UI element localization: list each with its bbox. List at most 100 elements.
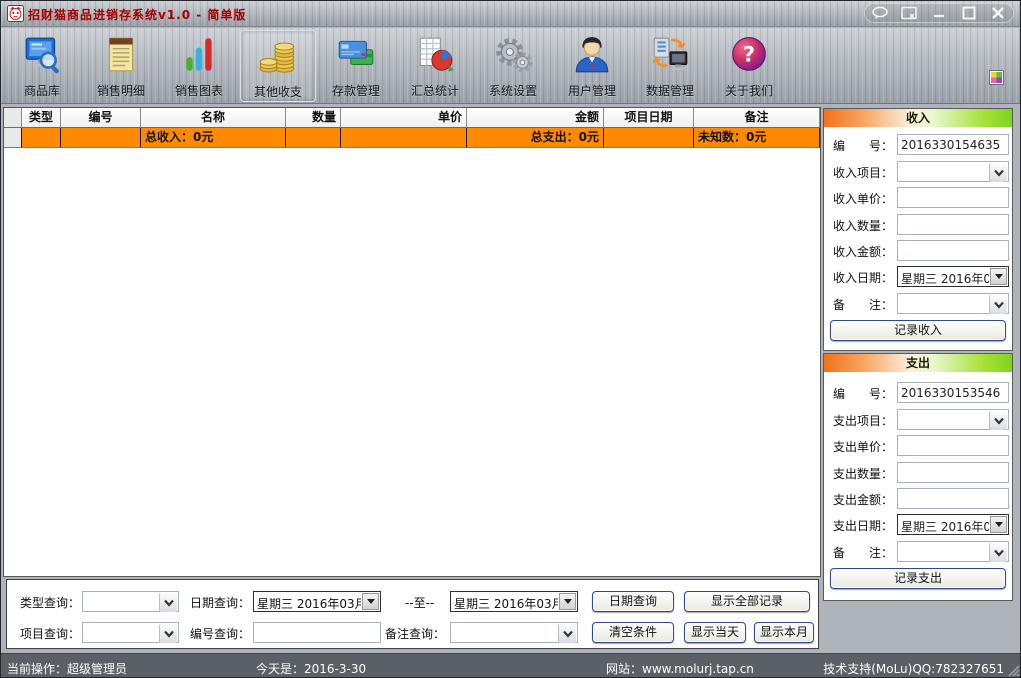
status-operator: 当前操作：超级管理员 <box>7 660 127 677</box>
column-header-amount[interactable]: 金额 <box>467 108 604 128</box>
toolbar-sales-chart-button[interactable]: 销售图表 <box>161 30 237 102</box>
toolbar-users-button[interactable]: 用户管理 <box>554 30 630 102</box>
dropdown-arrow-icon[interactable] <box>990 516 1007 533</box>
income-price-label: 收入单价： <box>833 190 893 207</box>
record-expense-button[interactable]: 记录支出 <box>830 568 1006 589</box>
number-query-input[interactable] <box>253 622 381 643</box>
income-note-combobox[interactable] <box>897 293 1009 314</box>
income-qty-input[interactable] <box>897 214 1009 235</box>
note-query-combobox[interactable] <box>450 622 578 643</box>
record-income-button[interactable]: 记录收入 <box>830 320 1006 341</box>
expense-date-picker[interactable]: 星期三 2016年03 <box>897 514 1009 535</box>
date-from-picker[interactable]: 星期三 2016年03月3 <box>253 591 381 612</box>
income-price-row: 收入单价： <box>824 187 1012 207</box>
summary-total-income: 总收入：0元 <box>141 128 286 148</box>
palette-icon[interactable] <box>989 70 1004 85</box>
clear-conditions-button[interactable]: 清空条件 <box>592 622 674 643</box>
income-date-row: 收入日期： 星期三 2016年03 <box>824 266 1012 286</box>
income-item-row: 收入项目： <box>824 161 1012 181</box>
dropdown-arrow-icon[interactable] <box>990 268 1007 285</box>
column-header-selector[interactable] <box>4 108 22 128</box>
income-no-input[interactable] <box>897 134 1009 155</box>
expense-amount-label: 支出金额： <box>833 491 893 508</box>
date-range-to-text: --至-- <box>405 594 434 611</box>
chevron-down-icon[interactable] <box>989 295 1007 314</box>
toolbar-settings-button[interactable]: 系统设置 <box>475 30 551 102</box>
show-all-records-button[interactable]: 显示全部记录 <box>684 591 810 612</box>
toolbar-label: 其他收支 <box>241 83 315 100</box>
toolbar-products-button[interactable]: 商品库 <box>4 30 80 102</box>
show-month-button[interactable]: 显示本月 <box>754 622 814 643</box>
expense-panel-header: 支出 <box>824 354 1012 372</box>
chevron-down-icon[interactable] <box>558 624 576 643</box>
chevron-down-icon[interactable] <box>159 624 177 643</box>
maximize-icon[interactable] <box>960 6 978 20</box>
income-no-label: 编 号： <box>833 137 893 154</box>
status-bar: 当前操作：超级管理员 今天是：2016-3-30 网站：www.molurj.t… <box>1 653 1021 678</box>
skin-change-icon[interactable] <box>900 6 918 20</box>
query-panel: 类型查询： 日期查询： 星期三 2016年03月3 --至-- 星期三 2016… <box>6 579 819 649</box>
toolbar-other-income-button[interactable]: 其他收支 <box>240 30 316 102</box>
summary-row: 总收入：0元 总支出：0元 未知数：0元 <box>4 128 820 148</box>
project-query-combobox[interactable] <box>82 622 179 643</box>
column-header-quantity[interactable]: 数量 <box>286 108 341 128</box>
toolbar-sales-detail-button[interactable]: 销售明细 <box>83 30 159 102</box>
summary-cell-quantity <box>286 128 341 148</box>
expense-no-input[interactable] <box>897 382 1009 403</box>
column-header-type[interactable]: 类型 <box>22 108 61 128</box>
minimize-icon[interactable] <box>930 6 948 20</box>
expense-amount-input[interactable] <box>897 488 1009 509</box>
show-today-button[interactable]: 显示当天 <box>684 622 746 643</box>
toolbar-data-button[interactable]: 数据管理 <box>632 30 708 102</box>
expense-item-row: 支出项目： <box>824 409 1012 429</box>
number-query-label: 编号查询： <box>190 625 250 642</box>
table-header-row: 类型 编号 名称 数量 单价 金额 项目日期 备注 <box>4 108 820 128</box>
other-income-coins-icon <box>257 35 299 77</box>
date-query-button[interactable]: 日期查询 <box>592 591 674 612</box>
resize-grip[interactable] <box>1007 664 1020 677</box>
income-qty-row: 收入数量： <box>824 214 1012 234</box>
income-date-label: 收入日期： <box>833 269 893 286</box>
income-qty-label: 收入数量： <box>833 217 893 234</box>
deposit-cards-icon <box>335 34 377 76</box>
close-icon[interactable] <box>989 6 1007 20</box>
chevron-down-icon[interactable] <box>159 593 177 612</box>
column-header-unit-price[interactable]: 单价 <box>341 108 467 128</box>
dropdown-arrow-icon[interactable] <box>559 593 576 610</box>
income-date-picker[interactable]: 星期三 2016年03 <box>897 266 1009 287</box>
income-price-input[interactable] <box>897 187 1009 208</box>
chevron-down-icon[interactable] <box>989 543 1007 562</box>
expense-note-combobox[interactable] <box>897 541 1009 562</box>
income-panel-header: 收入 <box>824 109 1012 127</box>
summary-cell-selector <box>4 128 22 148</box>
toolbar-label: 汇总统计 <box>397 82 473 99</box>
date-to-picker[interactable]: 星期三 2016年03月3 <box>450 591 578 612</box>
column-header-date[interactable]: 项目日期 <box>604 108 694 128</box>
about-us-icon: ? <box>728 34 770 76</box>
column-header-number[interactable]: 编号 <box>61 108 141 128</box>
toolbar-label: 用户管理 <box>554 82 630 99</box>
expense-item-combobox[interactable] <box>897 409 1009 430</box>
income-item-combobox[interactable] <box>897 161 1009 182</box>
expense-price-input[interactable] <box>897 435 1009 456</box>
column-header-note[interactable]: 备注 <box>694 108 820 128</box>
feedback-bubble-icon[interactable] <box>871 6 889 20</box>
column-header-name[interactable]: 名称 <box>141 108 286 128</box>
sales-chart-bars-icon <box>178 34 220 76</box>
summary-cell-type <box>22 128 61 148</box>
income-note-label: 备 注： <box>833 296 893 313</box>
toolbar-label: 销售图表 <box>161 82 237 99</box>
type-query-combobox[interactable] <box>82 591 179 612</box>
app-window: 招财猫商品进销存系统v1.0 - 简单版 <box>0 0 1021 678</box>
date-to-value: 星期三 2016年03月3 <box>454 595 558 612</box>
chevron-down-icon[interactable] <box>989 163 1007 182</box>
toolbar-about-button[interactable]: ? 关于我们 <box>711 30 787 102</box>
toolbar-summary-stats-button[interactable]: 汇总统计 <box>397 30 473 102</box>
window-controls <box>864 3 1014 23</box>
income-amount-input[interactable] <box>897 240 1009 261</box>
toolbar-deposit-button[interactable]: 存款管理 <box>318 30 394 102</box>
dropdown-arrow-icon[interactable] <box>362 593 379 610</box>
expense-qty-input[interactable] <box>897 462 1009 483</box>
chevron-down-icon[interactable] <box>989 411 1007 430</box>
status-website: 网站：www.molurj.tap.cn <box>606 660 754 677</box>
